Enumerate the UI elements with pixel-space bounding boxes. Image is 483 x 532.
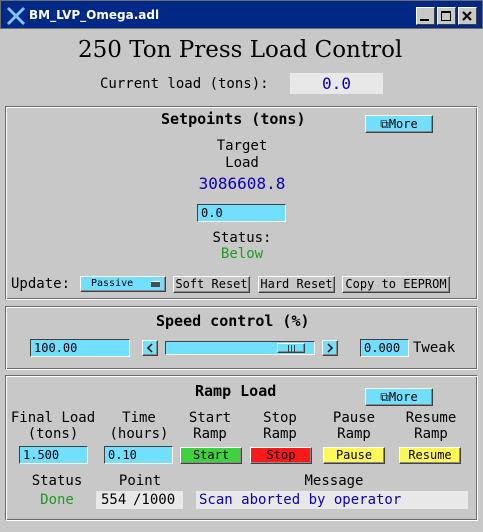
more-icon: ⧉ xyxy=(380,117,389,131)
status-label: Status: xyxy=(212,230,272,246)
update-mode-value: Passive xyxy=(91,278,134,289)
target-load-input[interactable]: 0.0 xyxy=(197,204,286,222)
ramp-point-header: Point xyxy=(118,473,162,489)
tweak-label: Tweak xyxy=(413,340,456,356)
minimize-button[interactable] xyxy=(416,7,435,25)
minimize-icon xyxy=(420,19,429,21)
maximize-icon xyxy=(441,11,451,21)
time-input[interactable]: 0.10 xyxy=(104,446,173,464)
start-ramp-button[interactable]: Start xyxy=(180,447,242,464)
target-load-value: 3086608.8 xyxy=(198,174,286,193)
resume-label-2: Ramp xyxy=(414,426,448,442)
ramp-point-total: /1000 xyxy=(133,492,176,508)
pause-label-2: Ramp xyxy=(337,426,371,442)
app-icon xyxy=(6,6,26,26)
setpoints-more-label: More xyxy=(388,117,418,131)
ramp-status-header: Status xyxy=(31,473,83,489)
slider-decrement-button[interactable] xyxy=(142,340,158,356)
window-title: BM_LVP_Omega.adl xyxy=(29,8,160,22)
status-value: Below xyxy=(220,246,264,262)
close-button[interactable] xyxy=(458,7,477,25)
copy-eeprom-button[interactable]: Copy to EEPROM xyxy=(342,276,450,293)
ramp-point-current: 554 xyxy=(101,492,127,508)
start-label-1: Start xyxy=(188,410,232,426)
dropdown-icon xyxy=(151,281,160,287)
time-label-1: Time xyxy=(122,410,156,426)
window-titlebar[interactable]: BM_LVP_Omega.adl xyxy=(0,0,483,29)
soft-reset-button[interactable]: Soft Reset xyxy=(173,276,250,293)
ramp-more-label: More xyxy=(388,390,418,404)
target-label-2: Load xyxy=(225,155,259,171)
more-icon: ⧉ xyxy=(380,390,389,404)
setpoints-panel xyxy=(5,106,478,300)
setpoints-heading: Setpoints (tons) xyxy=(161,110,306,128)
stop-label-2: Ramp xyxy=(263,426,297,442)
update-mode-select[interactable]: Passive xyxy=(80,276,166,292)
stop-label-1: Stop xyxy=(263,410,297,426)
current-load-label: Current load (tons): xyxy=(100,76,269,92)
speed-input[interactable]: 100.00 xyxy=(30,339,130,357)
final-load-label-2: (tons) xyxy=(27,426,79,442)
slider-grip-line xyxy=(287,345,289,352)
page-title: 250 Ton Press Load Control xyxy=(78,37,403,63)
update-label: Update: xyxy=(11,276,71,292)
setpoints-more-button[interactable]: ⧉More xyxy=(365,115,433,133)
slider-grip-line xyxy=(293,345,295,352)
current-load-value: 0.0 xyxy=(290,73,383,94)
tweak-input[interactable]: 0.000 xyxy=(360,339,409,357)
ramp-message-value: Scan aborted by operator xyxy=(196,491,468,509)
chevron-right-icon xyxy=(327,343,334,353)
resume-label-1: Resume xyxy=(405,410,457,426)
speed-slider[interactable] xyxy=(165,341,315,355)
ramp-heading: Ramp Load xyxy=(195,382,277,400)
slider-thumb[interactable] xyxy=(276,343,305,353)
slider-increment-button[interactable] xyxy=(322,340,338,356)
hard-reset-button[interactable]: Hard Reset xyxy=(258,276,335,293)
final-load-label-1: Final Load xyxy=(10,410,96,426)
slider-grip-line xyxy=(290,345,292,352)
start-label-2: Ramp xyxy=(193,426,227,442)
ramp-message-header: Message xyxy=(304,473,364,489)
speed-heading: Speed control (%) xyxy=(156,312,310,330)
close-icon xyxy=(462,11,472,21)
ramp-more-button[interactable]: ⧉More xyxy=(365,388,433,406)
stop-ramp-button[interactable]: Stop xyxy=(250,447,312,464)
resume-ramp-button[interactable]: Resume xyxy=(399,447,461,464)
final-load-input[interactable]: 1.500 xyxy=(19,446,88,464)
maximize-button[interactable] xyxy=(437,7,456,25)
chevron-left-icon xyxy=(146,343,153,353)
target-label-1: Target xyxy=(216,138,268,154)
pause-ramp-button[interactable]: Pause xyxy=(323,447,385,464)
ramp-status-value: Done xyxy=(40,492,74,508)
pause-label-1: Pause xyxy=(332,410,376,426)
time-label-2: (hours) xyxy=(109,426,169,442)
